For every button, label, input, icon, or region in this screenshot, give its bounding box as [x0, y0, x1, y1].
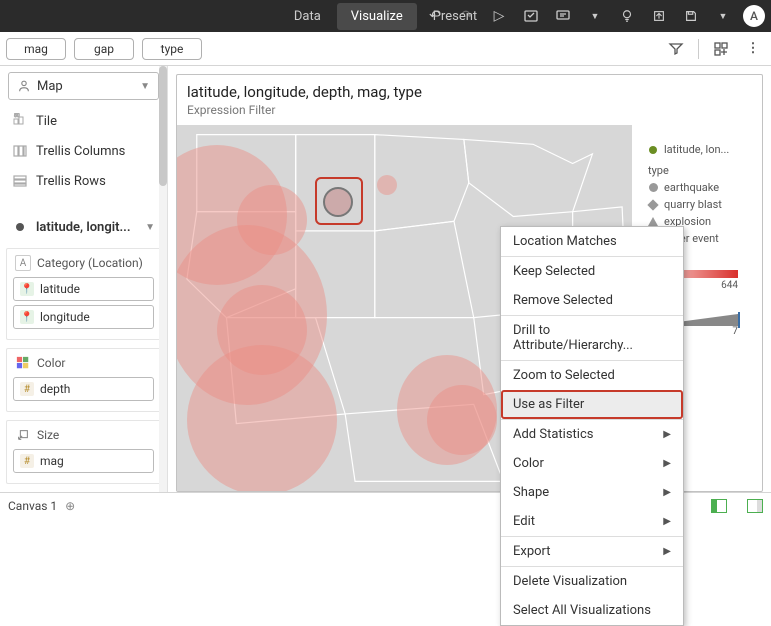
chevron-down-icon[interactable]: ▼ [583, 4, 607, 28]
redo-icon[interactable]: ↷ [455, 4, 479, 28]
export-icon[interactable] [647, 4, 671, 28]
submenu-arrow-icon: ▶ [663, 546, 671, 557]
chevron-down-icon: ▼ [140, 81, 150, 92]
tile-row[interactable]: 50 Tile [8, 106, 159, 136]
number-glyph-icon: # [20, 382, 34, 396]
menu-export[interactable]: Export▶ [501, 537, 683, 566]
person-icon [17, 79, 31, 93]
svg-text:50: 50 [14, 113, 20, 119]
menu-location-matches[interactable]: Location Matches [501, 227, 683, 256]
canvas-area: latitude, longitude, depth, mag, type Ex… [168, 66, 771, 492]
viz-title: latitude, longitude, depth, mag, type [177, 75, 762, 103]
chip-label: depth [40, 382, 70, 396]
menu-shape[interactable]: Shape▶ [501, 478, 683, 507]
submenu-arrow-icon: ▶ [663, 458, 671, 469]
grammar-panel: Map ▼ 50 Tile Trellis Columns Trellis Ro… [0, 66, 168, 492]
color-icon [15, 355, 31, 371]
avatar[interactable]: A [743, 5, 765, 27]
funnel-icon[interactable] [664, 37, 688, 61]
legend-type-header: type [648, 164, 752, 177]
viz-type-select[interactable]: Map ▼ [8, 72, 159, 100]
legend-item[interactable]: quarry blast [648, 196, 752, 213]
tile-icon: 50 [12, 113, 28, 129]
trellis-columns-label: Trellis Columns [36, 144, 125, 159]
filter-pill-gap[interactable]: gap [74, 38, 134, 60]
layer-row[interactable]: latitude, longit... ▼ [8, 212, 159, 242]
filter-pill-type[interactable]: type [142, 38, 202, 60]
chip-latitude[interactable]: 📍 latitude [13, 277, 154, 301]
chip-mag[interactable]: # mag [13, 449, 154, 473]
number-glyph-icon: # [20, 454, 34, 468]
menu-use-as-filter[interactable]: Use as Filter [501, 390, 683, 419]
add-canvas-button[interactable]: ⊕ [65, 499, 75, 513]
trellis-columns-row[interactable]: Trellis Columns [8, 136, 159, 166]
rows-icon [12, 173, 28, 189]
size-icon [15, 427, 31, 443]
chip-label: longitude [40, 310, 90, 324]
layer-dot-icon [12, 219, 28, 235]
menu-add-statistics[interactable]: Add Statistics▶ [501, 420, 683, 449]
viz-type-label: Map [37, 79, 63, 94]
columns-icon [12, 143, 28, 159]
menu-select-all-viz[interactable]: Select All Visualizations [501, 596, 683, 625]
layer-label: latitude, longit... [36, 220, 137, 235]
trellis-rows-label: Trellis Rows [36, 174, 106, 189]
submenu-arrow-icon: ▶ [663, 487, 671, 498]
section-title: Category (Location) [37, 256, 143, 270]
submenu-arrow-icon: ▶ [663, 429, 671, 440]
selection-highlight [315, 177, 363, 225]
menu-zoom[interactable]: Zoom to Selected [501, 361, 683, 390]
location-glyph-icon: 📍 [20, 282, 34, 296]
legend-series-label: latitude, lon... [664, 143, 729, 156]
chip-label: mag [40, 454, 64, 468]
more-icon[interactable]: ⋮ [741, 37, 765, 61]
menu-drill[interactable]: Drill to Attribute/Hierarchy... [501, 316, 683, 360]
refresh-icon[interactable] [519, 4, 543, 28]
section-category: A Category (Location) 📍 latitude 📍 longitud… [6, 248, 161, 340]
menu-remove-selected[interactable]: Remove Selected [501, 286, 683, 315]
filter-pill-mag[interactable]: mag [6, 38, 66, 60]
play-icon[interactable]: ▷ [487, 4, 511, 28]
canvas-tab[interactable]: Canvas 1 [8, 499, 57, 513]
chip-longitude[interactable]: 📍 longitude [13, 305, 154, 329]
tab-data[interactable]: Data [280, 3, 335, 30]
section-title: Size [37, 428, 59, 442]
viz-subtitle: Expression Filter [177, 103, 762, 123]
chip-label: latitude [40, 282, 80, 296]
tab-visualize[interactable]: Visualize [337, 3, 417, 30]
lightbulb-icon[interactable] [615, 4, 639, 28]
submenu-arrow-icon: ▶ [663, 516, 671, 527]
layout-left-button[interactable] [711, 499, 727, 513]
menu-keep-selected[interactable]: Keep Selected [501, 257, 683, 286]
layout-right-button[interactable] [747, 499, 763, 513]
save-chevron-icon[interactable]: ▼ [711, 4, 735, 28]
section-color: Color # depth [6, 348, 161, 412]
menu-edit[interactable]: Edit▶ [501, 507, 683, 536]
tile-label: Tile [36, 114, 57, 129]
undo-icon[interactable]: ↶ [423, 4, 447, 28]
chip-depth[interactable]: # depth [13, 377, 154, 401]
comment-icon[interactable] [551, 4, 575, 28]
context-menu: Location Matches Keep Selected Remove Se… [500, 226, 684, 626]
scrollbar-thumb[interactable] [159, 66, 167, 186]
menu-delete-viz[interactable]: Delete Visualization [501, 567, 683, 596]
depth-max: 644 [721, 280, 738, 291]
menu-color[interactable]: Color▶ [501, 449, 683, 478]
section-size: Size # mag [6, 420, 161, 484]
filter-bar: mag gap type ⋮ [0, 32, 771, 66]
section-title: Color [37, 356, 65, 370]
location-glyph-icon: 📍 [20, 310, 34, 324]
category-icon: A [15, 255, 31, 271]
save-icon[interactable] [679, 4, 703, 28]
top-toolbar: Data Visualize Present ↶ ↷ ▷ ▼ ▼ A [0, 0, 771, 32]
legend-item[interactable]: earthquake [648, 179, 752, 196]
auto-viz-icon[interactable] [709, 37, 733, 61]
trellis-rows-row[interactable]: Trellis Rows [8, 166, 159, 196]
chevron-down-icon: ▼ [145, 222, 155, 233]
